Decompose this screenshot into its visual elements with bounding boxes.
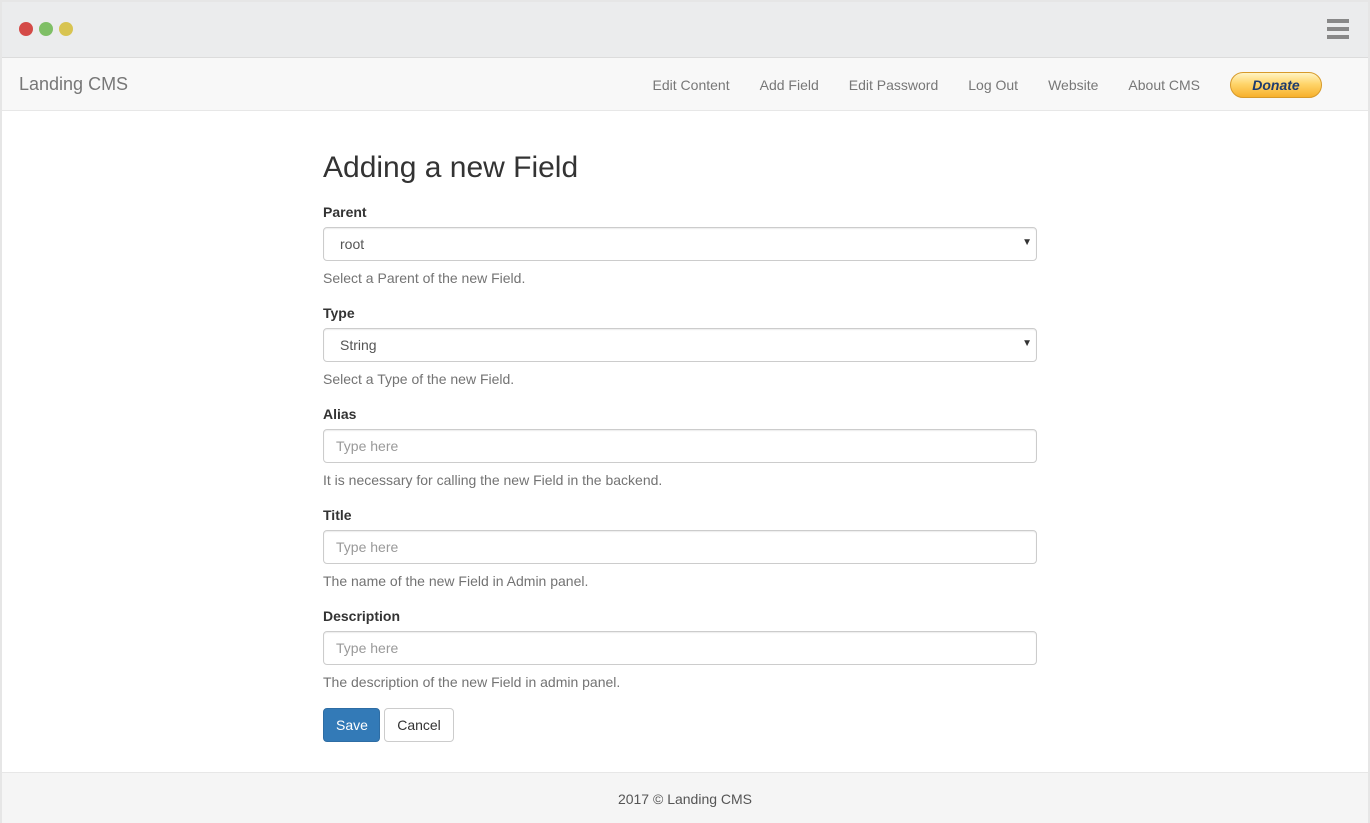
nav-item-add-field[interactable]: Add Field [745, 77, 834, 93]
donate-button[interactable]: Donate [1230, 71, 1322, 98]
nav-menu: Edit Content Add Field Edit Password Log… [638, 58, 1322, 111]
nav-item-edit-content[interactable]: Edit Content [638, 77, 745, 93]
maximize-window-dot[interactable] [59, 22, 73, 36]
type-group: Type String ▼ Select a Type of the new F… [323, 303, 1037, 389]
title-label: Title [323, 507, 352, 523]
parent-label: Parent [323, 204, 367, 220]
save-button[interactable]: Save [323, 708, 380, 742]
type-select-value: String [340, 337, 377, 353]
parent-group: Parent root ▼ Select a Parent of the new… [323, 202, 1037, 288]
browser-chrome [2, 2, 1368, 58]
add-field-form: Adding a new Field Parent root ▼ Select … [323, 112, 1037, 742]
alias-input[interactable] [323, 429, 1037, 463]
title-help: The name of the new Field in Admin panel… [323, 573, 589, 589]
type-help: Select a Type of the new Field. [323, 371, 515, 387]
close-window-dot[interactable] [19, 22, 33, 36]
type-select[interactable]: String ▼ [323, 328, 1037, 362]
parent-select-value: root [340, 236, 365, 252]
description-label: Description [323, 608, 401, 624]
nav-item-about-cms[interactable]: About CMS [1113, 77, 1215, 93]
nav-item-edit-password[interactable]: Edit Password [834, 77, 953, 93]
form-buttons: Save Cancel [323, 708, 1037, 742]
navbar: Landing CMS Edit Content Add Field Edit … [2, 58, 1368, 111]
chevron-down-icon: ▼ [1022, 338, 1032, 349]
donate-label: Donate [1252, 76, 1300, 93]
alias-help: It is necessary for calling the new Fiel… [323, 472, 663, 488]
hamburger-icon[interactable] [1327, 19, 1349, 39]
nav-item-website[interactable]: Website [1033, 77, 1113, 93]
parent-select[interactable]: root ▼ [323, 227, 1037, 261]
title-group: Title The name of the new Field in Admin… [323, 505, 1037, 591]
alias-group: Alias It is necessary for calling the ne… [323, 404, 1037, 490]
description-help: The description of the new Field in admi… [323, 674, 621, 690]
page-title: Adding a new Field [323, 151, 579, 184]
description-input[interactable] [323, 631, 1037, 665]
alias-label: Alias [323, 406, 357, 422]
footer: 2017 © Landing CMS [2, 772, 1368, 823]
footer-copyright: 2017 © Landing CMS [617, 791, 753, 807]
brand-link[interactable]: Landing CMS [19, 74, 128, 95]
browser-frame: Landing CMS Edit Content Add Field Edit … [0, 0, 1370, 823]
type-label: Type [323, 305, 355, 321]
cancel-button[interactable]: Cancel [384, 708, 454, 742]
chevron-down-icon: ▼ [1022, 237, 1032, 248]
title-input[interactable] [323, 530, 1037, 564]
minimize-window-dot[interactable] [39, 22, 53, 36]
description-group: Description The description of the new F… [323, 606, 1037, 692]
nav-item-log-out[interactable]: Log Out [953, 77, 1033, 93]
parent-help: Select a Parent of the new Field. [323, 270, 526, 286]
